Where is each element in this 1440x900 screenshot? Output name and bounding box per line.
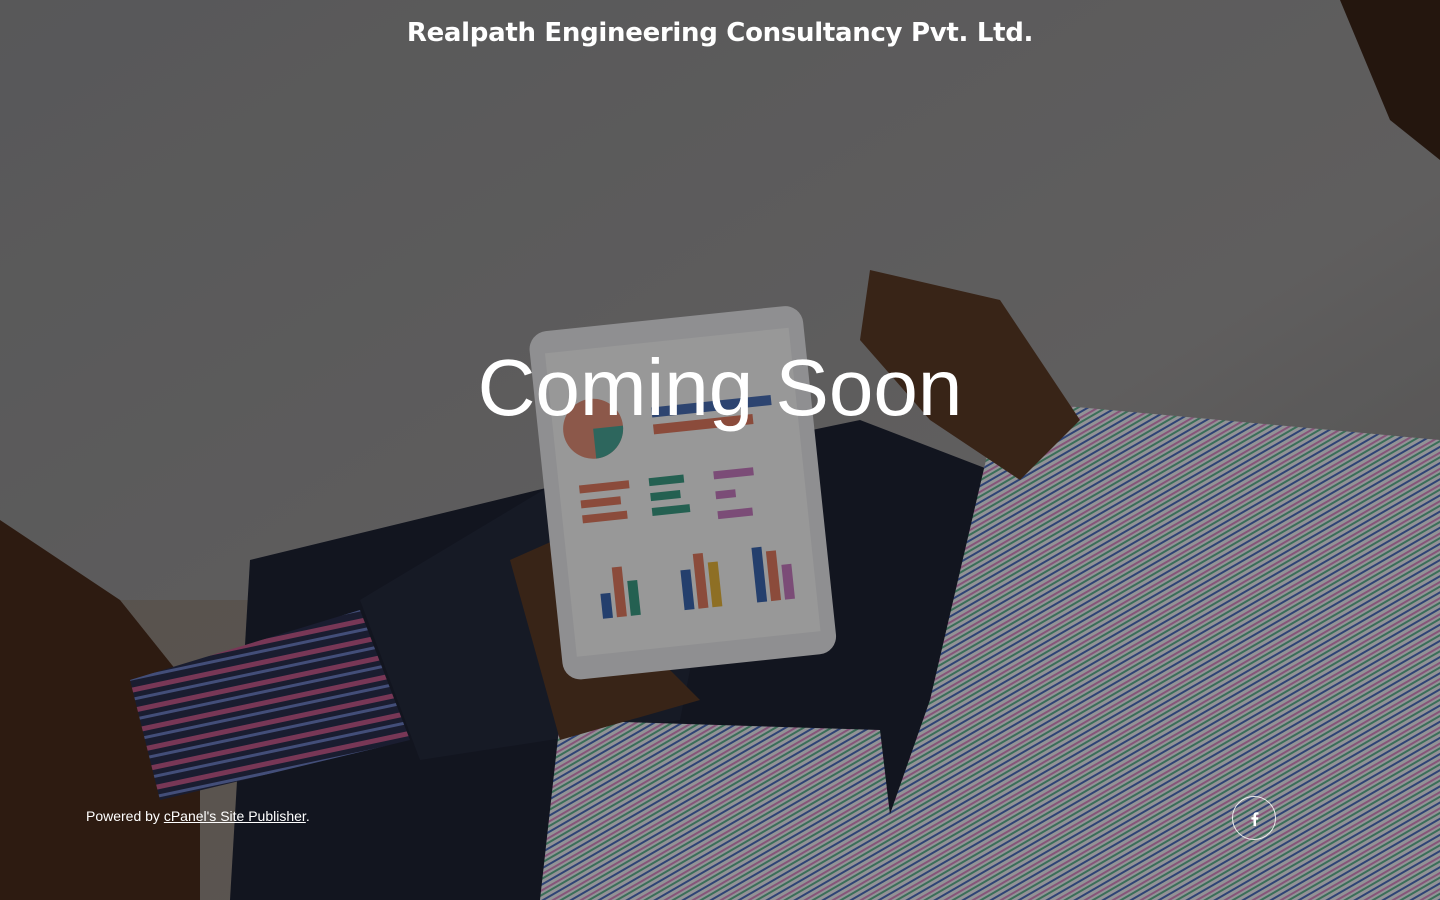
site-publisher-link[interactable]: cPanel's Site Publisher (164, 808, 306, 824)
site-title: Realpath Engineering Consultancy Pvt. Lt… (406, 18, 1034, 48)
powered-by-prefix: Powered by (86, 808, 164, 824)
footer-credit: Powered by cPanel's Site Publisher. (86, 808, 310, 824)
facebook-icon (1250, 811, 1259, 826)
facebook-button[interactable] (1232, 796, 1276, 840)
powered-by-suffix: . (305, 808, 310, 824)
coming-soon-heading: Coming Soon (477, 343, 963, 432)
background-overlay (0, 0, 1440, 900)
